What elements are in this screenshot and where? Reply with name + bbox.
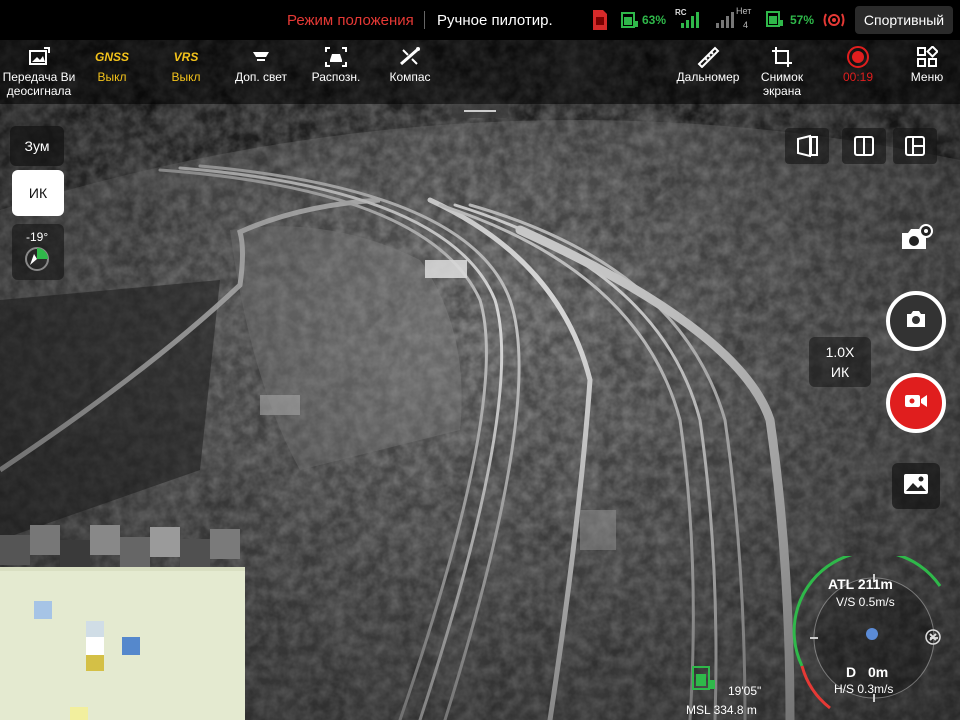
atl-readout: ATL 211m	[828, 576, 893, 592]
network-count: 4	[743, 20, 749, 30]
rc-battery[interactable]: 57%	[764, 8, 814, 32]
screenshot-button[interactable]: Снимок экрана	[744, 44, 820, 98]
recognition-label: Распозн.	[311, 70, 361, 84]
take-photo-button[interactable]	[886, 291, 946, 351]
ruler-icon	[670, 44, 746, 70]
gallery-button[interactable]	[892, 463, 940, 509]
home-battery-icon	[690, 664, 720, 699]
video-camera-icon	[904, 393, 928, 414]
ir-temperature: -19°	[26, 230, 49, 244]
positioning-mode-warning[interactable]: Режим положения	[287, 12, 414, 29]
gnss-icon: GNSS	[94, 50, 129, 64]
camera-settings-icon[interactable]	[896, 220, 936, 256]
network-label: Нет	[736, 6, 752, 16]
ir-temperature-widget[interactable]: -19°	[12, 224, 64, 280]
camera-icon	[905, 310, 927, 333]
atl-label: ATL	[828, 576, 854, 592]
rc-label: RC	[675, 8, 687, 17]
compass-label: Компас	[389, 70, 431, 84]
atl-value: 211m	[857, 576, 893, 592]
grid-menu-icon	[890, 44, 960, 70]
zoom-mode: ИК	[830, 364, 850, 380]
crop-icon	[744, 44, 820, 70]
rangefinder-label: Дальномер	[676, 70, 740, 84]
vrs-state: Выкл	[171, 70, 201, 84]
drone-battery-value: 63%	[642, 13, 667, 27]
mini-map[interactable]	[0, 567, 245, 720]
map-white-patch	[86, 637, 104, 655]
rc-battery-icon	[764, 9, 786, 32]
gnss-state: Выкл	[97, 70, 127, 84]
map-yellow-patch	[86, 655, 104, 671]
dual-view-icon[interactable]	[842, 128, 886, 164]
screenshot-label: Снимок экрана	[760, 70, 804, 98]
flight-mode-label[interactable]: Ручное пилотир.	[437, 12, 553, 29]
map-edge	[0, 567, 245, 571]
obstacle-sensor-icon[interactable]	[822, 8, 846, 32]
status-divider	[424, 11, 425, 29]
home-return-time: 19'05"	[728, 684, 762, 698]
sd-card-icon[interactable]	[590, 8, 608, 32]
top-toolbar: Передача Ви деосигнала GNSS Выкл VRS Вык…	[0, 40, 960, 104]
compass-icon	[372, 44, 448, 70]
record-status[interactable]: 00:19	[820, 44, 896, 84]
network-signal-icon	[712, 9, 738, 32]
video-transfer-label: Передача Ви деосигнала	[2, 70, 76, 98]
lamp-icon	[223, 44, 299, 70]
vertical-speed: V/S 0.5m/s	[836, 595, 895, 609]
map-marker-light	[86, 621, 104, 637]
distance-label: D	[846, 664, 857, 680]
car-detect-icon	[298, 44, 374, 70]
image-transfer-icon	[0, 44, 78, 70]
compass-button[interactable]: Компас	[372, 44, 448, 84]
split-view-icon[interactable]	[785, 128, 829, 164]
image-icon	[903, 473, 929, 500]
vrs-button[interactable]: VRS Выкл	[148, 44, 224, 84]
menu-label: Меню	[910, 70, 944, 84]
distance-readout: D 0m	[846, 664, 888, 680]
network-status[interactable]: Нет 4	[712, 6, 751, 32]
pip-view-icon[interactable]	[893, 128, 937, 164]
status-bar: Режим положения Ручное пилотир. 63% RC Н…	[0, 0, 960, 40]
map-road-patch	[70, 707, 88, 720]
rc-signal[interactable]: RC	[675, 8, 703, 32]
video-transfer-button[interactable]: Передача Ви деосигнала	[0, 44, 78, 98]
horizontal-speed: H/S 0.3m/s	[834, 682, 894, 696]
zoom-level: 1.0X	[825, 344, 855, 360]
map-blue-patch	[122, 637, 140, 655]
zoom-camera-button[interactable]: Зум	[10, 126, 64, 166]
rc-battery-value: 57%	[790, 13, 815, 27]
gimbal-indicator	[452, 104, 508, 118]
gnss-button[interactable]: GNSS Выкл	[74, 44, 150, 84]
record-icon	[820, 44, 896, 70]
drone-battery-icon	[620, 9, 640, 32]
rangefinder-button[interactable]: Дальномер	[670, 44, 746, 84]
ir-camera-button[interactable]: ИК	[12, 170, 64, 216]
menu-button[interactable]: Меню	[890, 44, 960, 84]
msl-altitude: MSL 334.8 m	[686, 703, 757, 717]
distance-value: 0m	[868, 664, 889, 680]
record-timer: 00:19	[842, 70, 874, 84]
zoom-indicator[interactable]: 1.0X ИК	[809, 337, 871, 387]
record-video-button[interactable]	[886, 373, 946, 433]
map-water-patch	[34, 601, 52, 619]
sport-mode-button[interactable]: Спортивный	[855, 6, 953, 34]
gimbal-indicator-bar	[464, 110, 496, 112]
palette-icon	[24, 246, 50, 277]
vrs-icon: VRS	[173, 50, 199, 64]
drone-battery[interactable]: 63%	[620, 8, 666, 32]
aux-light-button[interactable]: Доп. свет	[223, 44, 299, 84]
aux-light-label: Доп. свет	[234, 70, 288, 84]
flight-telemetry: ATL 211m V/S 0.5m/s D 0m H/S 0.3m/s	[790, 556, 960, 720]
recognition-button[interactable]: Распозн.	[298, 44, 374, 84]
